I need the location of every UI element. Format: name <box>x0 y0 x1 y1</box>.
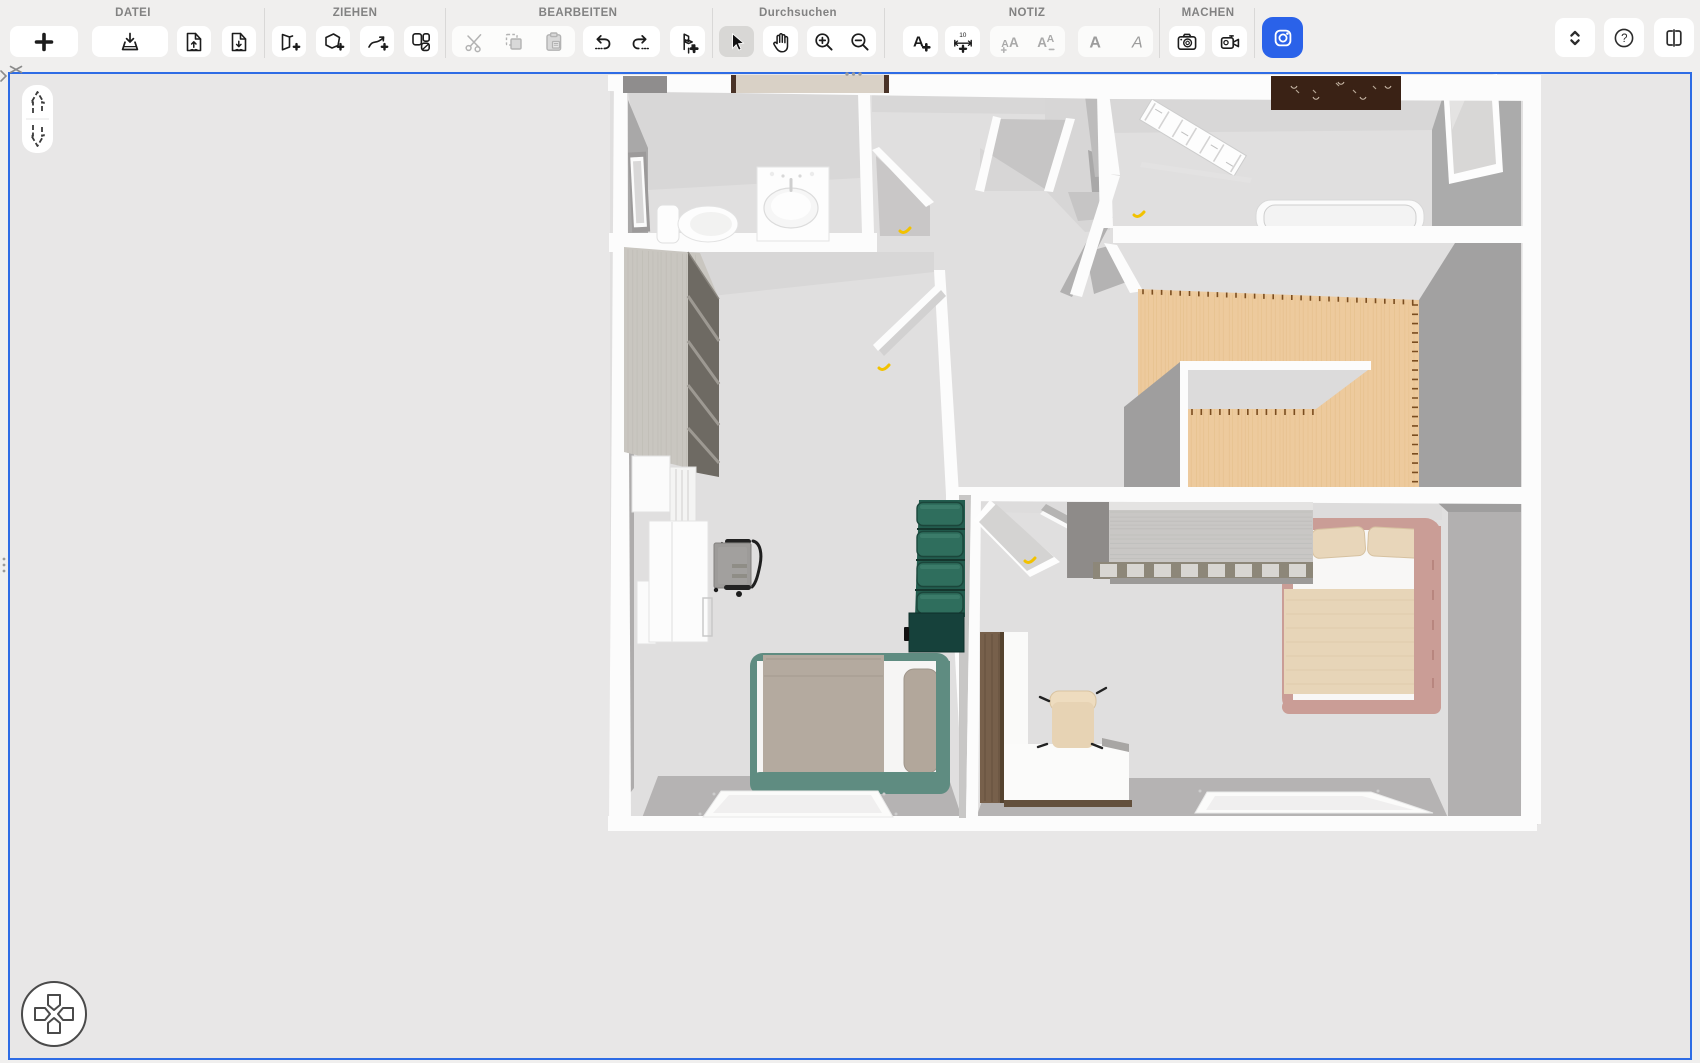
svg-text:A: A <box>1046 33 1054 45</box>
svg-text:10: 10 <box>959 32 967 39</box>
svg-text:A: A <box>1009 34 1019 49</box>
svg-text:?: ? <box>1621 33 1627 45</box>
svg-text:A: A <box>1131 34 1143 51</box>
svg-text:A: A <box>1089 34 1101 51</box>
svg-text:A: A <box>1001 37 1009 49</box>
